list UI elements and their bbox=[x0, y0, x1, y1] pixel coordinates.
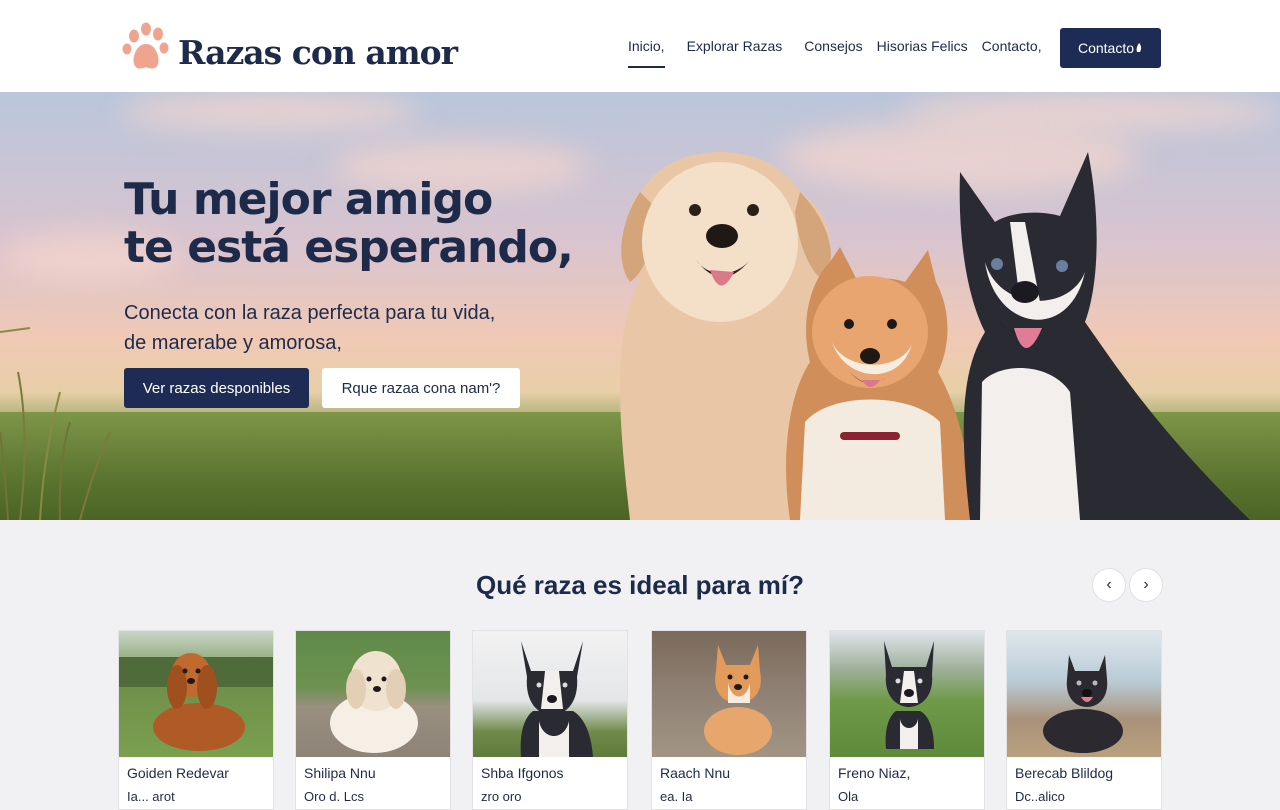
hero-actions: Ver razas desponibles Rque razaa cona na… bbox=[124, 368, 520, 408]
breed-name: Shba Ifgonos bbox=[481, 765, 564, 781]
section-title: Qué raza es ideal para mí? bbox=[475, 570, 805, 600]
breed-meta: Ola bbox=[838, 789, 859, 804]
dog-illustration bbox=[330, 651, 418, 753]
logo[interactable]: Razas con amor bbox=[120, 22, 458, 74]
breed-meta: Oro d. Lcs bbox=[304, 789, 364, 804]
hero-text: Tu mejor amigo te está esperando, Conect… bbox=[124, 176, 624, 358]
dog-illustration bbox=[520, 641, 593, 757]
brand-name: Razas con amor bbox=[178, 32, 458, 72]
contact-button[interactable]: Contacto bbox=[1060, 28, 1161, 68]
breed-name: Raach Nnu bbox=[660, 765, 731, 781]
grass-blades bbox=[0, 327, 111, 520]
view-breeds-button[interactable]: Ver razas desponibles bbox=[124, 368, 309, 408]
dog-illustration bbox=[119, 653, 273, 751]
shiba-dog bbox=[786, 247, 971, 520]
breed-photo bbox=[830, 631, 984, 757]
sky-cloud bbox=[120, 92, 420, 132]
carousel-next-button[interactable]: › bbox=[1129, 568, 1163, 602]
nav-item-inicio[interactable]: Inicio, bbox=[628, 38, 665, 68]
breed-photo bbox=[473, 631, 627, 757]
breed-card[interactable]: Freno Niaz, Ola bbox=[829, 630, 985, 810]
breed-photo bbox=[1007, 631, 1161, 757]
breed-photo bbox=[119, 631, 273, 757]
breed-meta: Dc..alico bbox=[1015, 789, 1065, 804]
breed-card[interactable]: Raach Nnu ea. Ia bbox=[651, 630, 807, 810]
hero-dogs-image bbox=[620, 152, 1250, 520]
breed-photo bbox=[296, 631, 450, 757]
breed-meta: ea. Ia bbox=[660, 789, 693, 804]
breed-card[interactable]: Shilipa Nnu Oro d. Lcs bbox=[295, 630, 451, 810]
paw-icon bbox=[122, 22, 169, 69]
dog-illustration bbox=[704, 645, 772, 755]
contact-button-label: Contacto bbox=[1077, 40, 1135, 56]
breed-meta: Ia... arot bbox=[127, 789, 175, 804]
carousel-prev-button[interactable]: ‹ bbox=[1092, 568, 1126, 602]
breed-card[interactable]: Shba Ifgonos zro oro bbox=[472, 630, 628, 810]
hero-subtitle: Conecta con la raza perfecta para tu vid… bbox=[124, 298, 624, 358]
dog-illustration bbox=[884, 641, 934, 749]
hero-subtitle-line-1: Conecta con la raza perfecta para tu vid… bbox=[124, 302, 496, 324]
breed-name: Goiden Redevar bbox=[127, 765, 229, 781]
breed-name: Berecab Blildog bbox=[1015, 765, 1114, 781]
black-white-dog bbox=[959, 152, 1250, 520]
breed-name: Freno Niaz, bbox=[838, 765, 911, 781]
breed-meta: zro oro bbox=[481, 789, 522, 804]
nav-item-explorar-razas[interactable]: Explorar Razas bbox=[687, 38, 783, 54]
hero-title: Tu mejor amigo te está esperando, bbox=[124, 176, 624, 272]
breed-card[interactable]: Goiden Redevar Ia... arot bbox=[118, 630, 274, 810]
cursor-icon bbox=[1136, 43, 1142, 52]
sky-cloud bbox=[900, 92, 1280, 132]
nav-item-contacto[interactable]: Contacto, bbox=[982, 38, 1042, 54]
breed-photo bbox=[652, 631, 806, 757]
hero-title-line-1: Tu mejor amigo bbox=[124, 174, 493, 225]
nav-item-consejos[interactable]: Consejos bbox=[804, 38, 862, 54]
dog-illustration bbox=[1043, 655, 1123, 753]
which-breed-button[interactable]: Rque razaa cona nam'? bbox=[322, 368, 520, 408]
nav-item-historias[interactable]: Hisorias Felics bbox=[877, 38, 968, 54]
site-header: Razas con amor Inicio, Explorar Razas Co… bbox=[0, 0, 1280, 92]
hero-banner: Tu mejor amigo te está esperando, Conect… bbox=[0, 92, 1280, 520]
breed-name: Shilipa Nnu bbox=[304, 765, 376, 781]
main-nav: Inicio, Explorar Razas Consejos Hisorias… bbox=[628, 38, 1062, 68]
hero-title-line-2: te está esperando, bbox=[124, 222, 574, 273]
chevron-left-icon: ‹ bbox=[1106, 576, 1112, 593]
breed-card[interactable]: Berecab Blildog Dc..alico bbox=[1006, 630, 1162, 810]
hero-subtitle-line-2: de marerabe y amorosa, bbox=[124, 332, 342, 354]
chevron-right-icon: › bbox=[1143, 576, 1149, 593]
